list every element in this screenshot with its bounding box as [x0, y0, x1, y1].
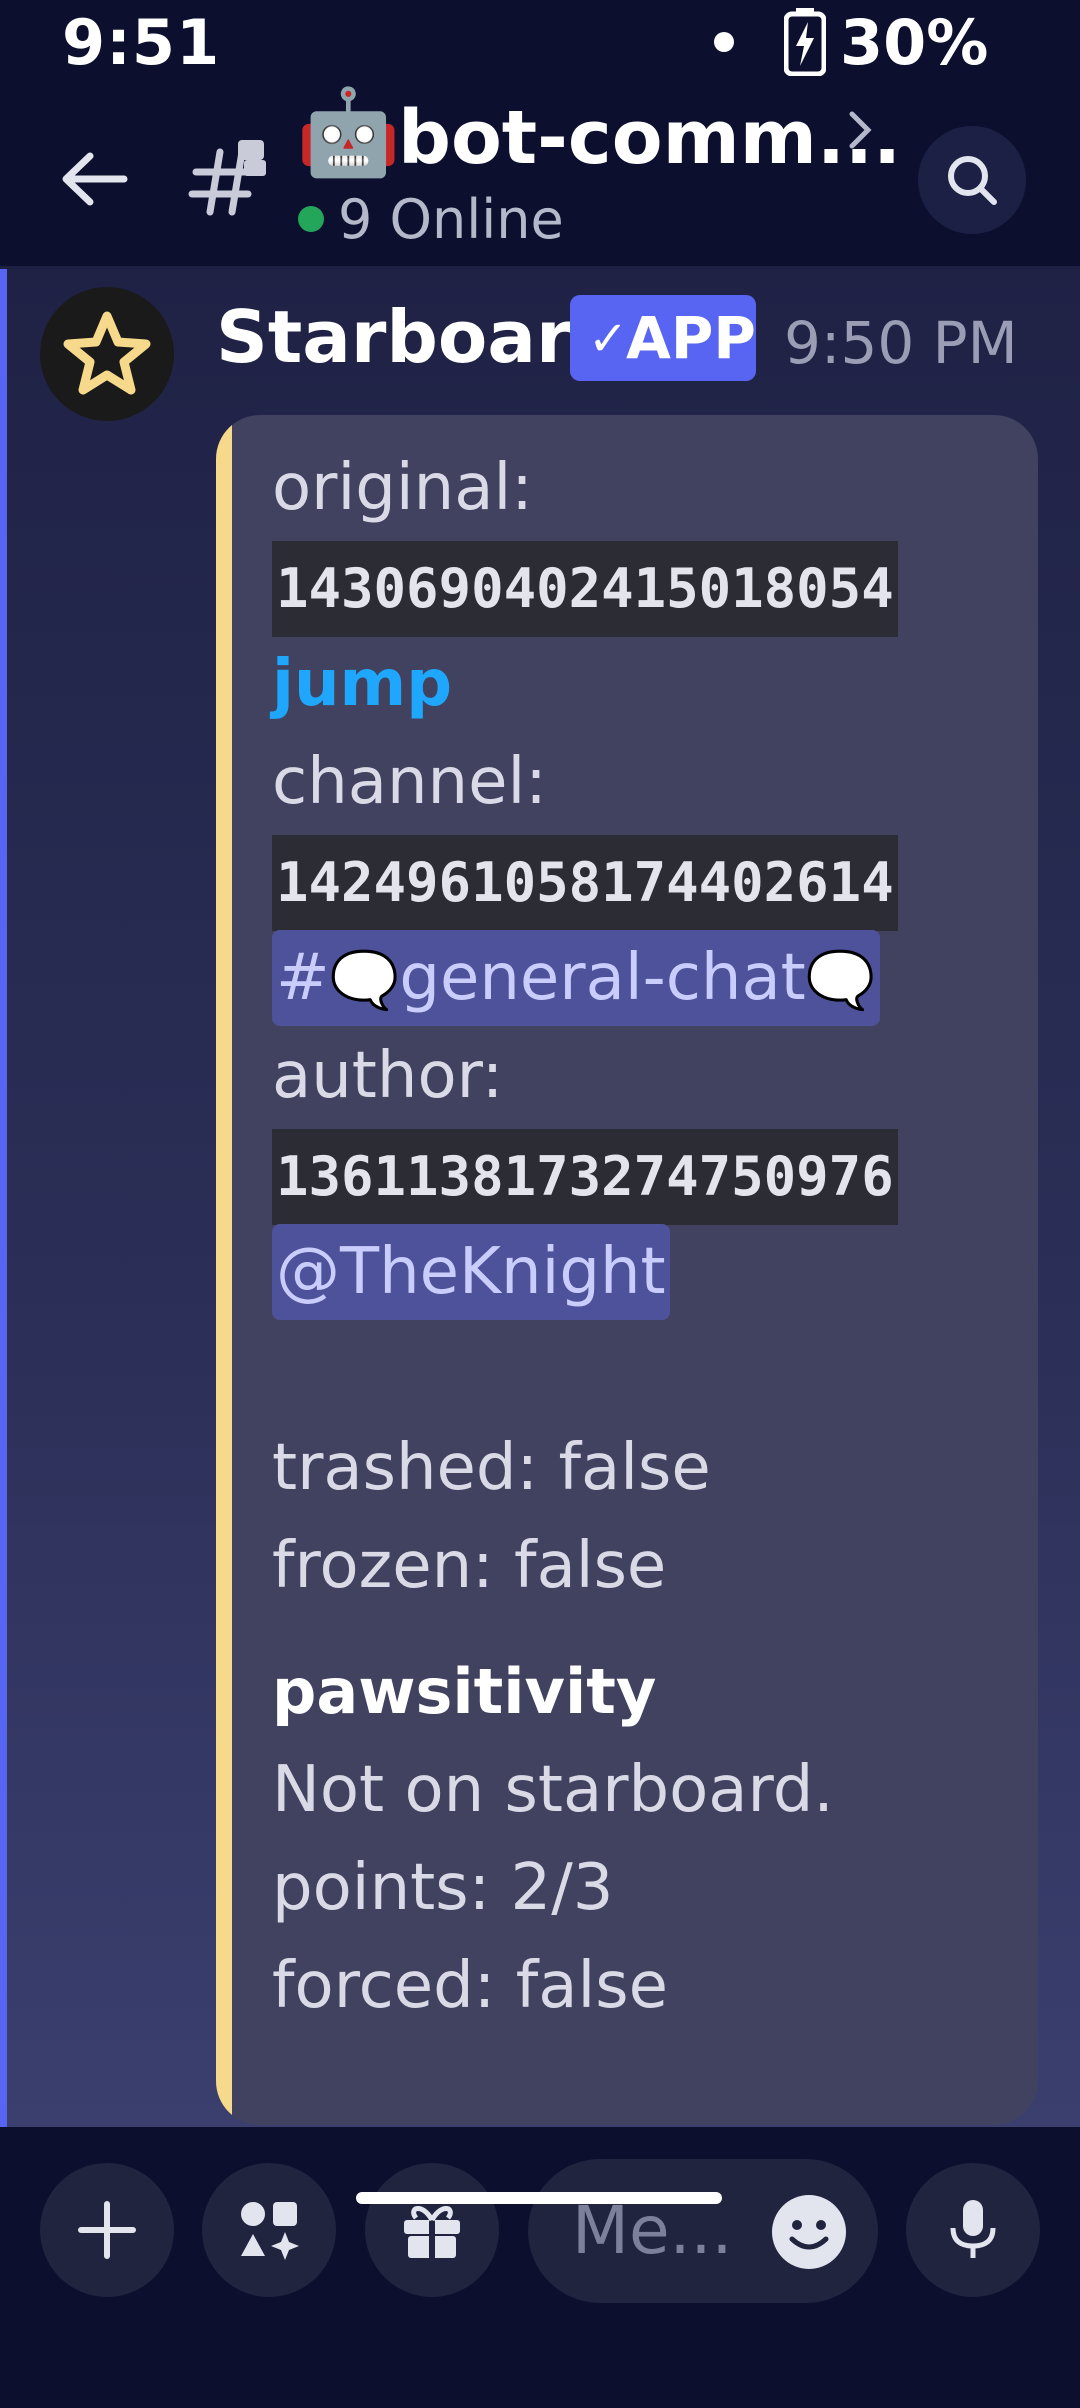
channel-header: 🤖 bot-comm... 9 Online	[0, 84, 1080, 269]
search-icon	[948, 156, 997, 205]
channel-id[interactable]: 1424961058174402614	[272, 835, 898, 931]
author-label: author:	[272, 1039, 504, 1113]
message-embed: original: 1430690402415018054 jump chann…	[216, 415, 1038, 2125]
points-status: points: 2/3	[272, 1851, 614, 1925]
star-icon	[63, 311, 151, 395]
emoji-icon[interactable]	[770, 2193, 848, 2271]
original-id[interactable]: 1430690402415018054	[272, 541, 898, 637]
speech-bubble-emoji: 🗨️	[329, 948, 400, 1013]
message-highlight-bar	[0, 269, 7, 2127]
original-label: original:	[272, 451, 533, 525]
microphone-icon	[950, 2200, 996, 2258]
voice-message-button[interactable]	[906, 2163, 1040, 2297]
channel-mention[interactable]: #🗨️general-chat🗨️	[272, 930, 880, 1026]
starboard-status: Not on starboard.	[272, 1753, 834, 1827]
trashed-status: trashed: false	[272, 1431, 711, 1505]
online-indicator	[298, 206, 324, 232]
apps-button[interactable]	[202, 2163, 336, 2297]
message-composer: Me...	[0, 2127, 1080, 2408]
chevron-right-icon[interactable]	[846, 108, 874, 152]
message-list[interactable]: Starboard ✓ APP 9:50 PM original: 143069…	[0, 269, 1080, 2127]
battery-charging-icon	[784, 8, 826, 76]
speech-bubble-emoji-trailing: 🗨️	[805, 948, 876, 1013]
online-count: 9 Online	[338, 188, 564, 251]
field-title: pawsitivity	[272, 1655, 657, 1728]
user-mention[interactable]: @TheKnight	[272, 1224, 670, 1320]
channel-emoji: 🤖	[296, 83, 401, 181]
message-author[interactable]: Starboard	[216, 291, 623, 383]
message-timestamp: 9:50 PM	[784, 309, 1018, 377]
status-bar: 9:51 30%	[0, 0, 1080, 84]
apps-icon	[241, 2202, 299, 2260]
threads-icon[interactable]	[186, 136, 268, 218]
message-input[interactable]: Me...	[528, 2159, 878, 2303]
plus-icon	[78, 2201, 136, 2259]
frozen-status: frozen: false	[272, 1529, 667, 1603]
forced-status: forced: false	[272, 1949, 668, 2023]
add-attachment-button[interactable]	[40, 2163, 174, 2297]
status-time: 9:51	[62, 6, 221, 79]
back-arrow-icon[interactable]	[54, 138, 136, 220]
battery-percent: 30%	[840, 6, 989, 79]
avatar[interactable]	[40, 287, 174, 421]
channel-title[interactable]: bot-comm...	[398, 90, 901, 186]
home-indicator[interactable]	[356, 2192, 722, 2204]
jump-link[interactable]: jump	[272, 647, 452, 721]
app-badge: ✓ APP	[570, 295, 756, 381]
embed-body: original: 1430690402415018054 jump chann…	[272, 439, 1012, 2035]
embed-color-bar	[216, 415, 232, 2125]
gift-icon	[404, 2206, 460, 2258]
channel-mention-hash: #	[276, 941, 330, 1015]
notification-dot	[714, 32, 734, 52]
channel-label: channel:	[272, 745, 547, 819]
channel-mention-name: general-chat	[399, 941, 806, 1015]
author-id[interactable]: 1361138173274750976	[272, 1129, 898, 1225]
search-button[interactable]	[918, 126, 1026, 234]
verified-check-icon: ✓	[588, 311, 629, 367]
gift-button[interactable]	[365, 2163, 499, 2297]
app-badge-label: APP	[626, 304, 756, 372]
